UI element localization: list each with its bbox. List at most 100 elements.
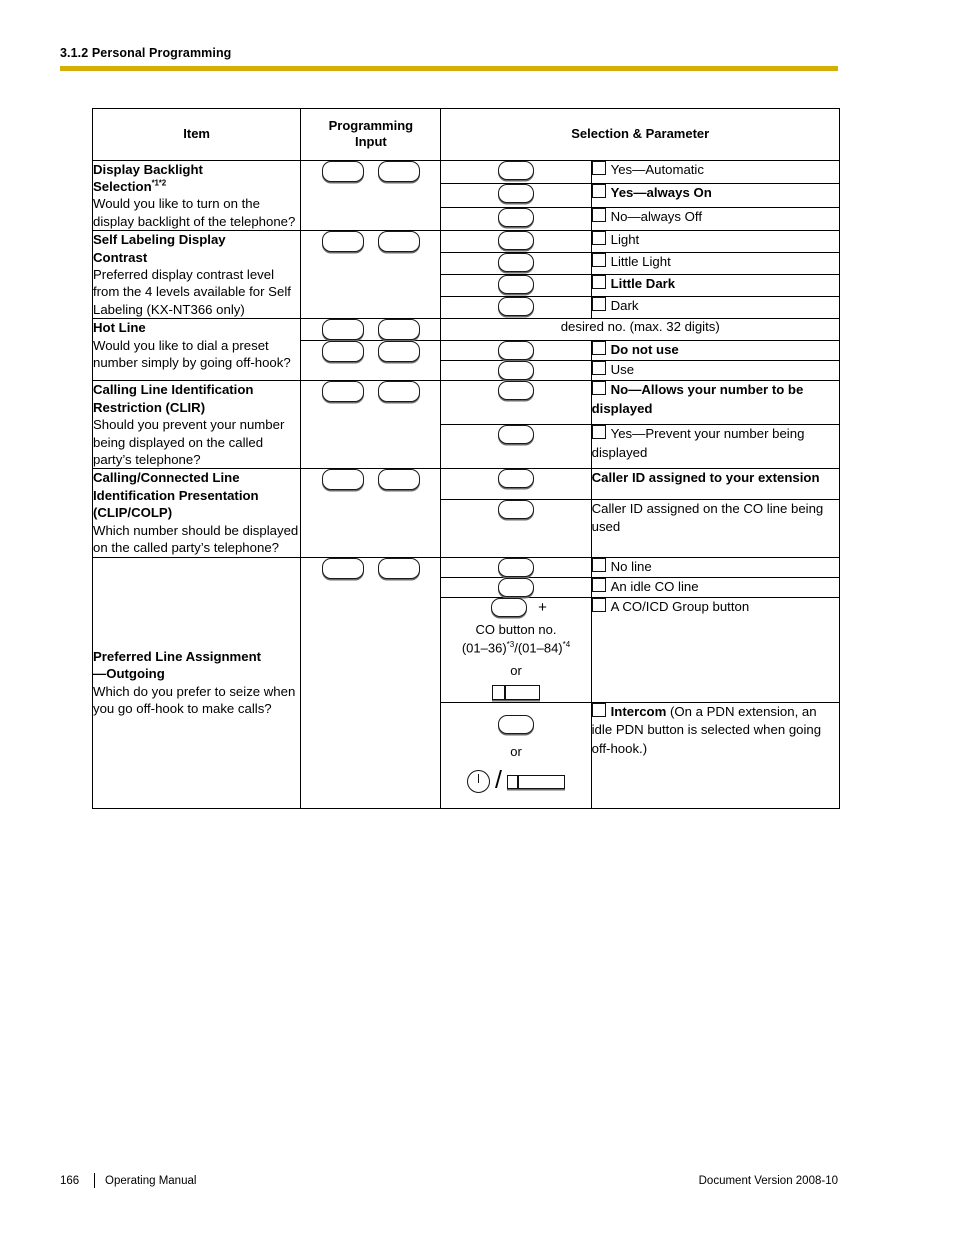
program-key-icon[interactable] xyxy=(377,231,420,253)
checkbox-icon[interactable] xyxy=(591,275,606,290)
selection-key-icon[interactable] xyxy=(498,500,535,520)
co-button-label: CO button no. xyxy=(475,621,557,637)
selection-key-cell xyxy=(440,556,592,578)
plus-sign: + xyxy=(538,598,547,616)
checkbox-icon[interactable] xyxy=(591,253,606,268)
or-label: or xyxy=(510,744,522,760)
checkbox-icon[interactable] xyxy=(591,231,606,246)
checkbox-icon[interactable] xyxy=(591,160,606,175)
checkbox-icon[interactable] xyxy=(591,381,606,396)
option-label: Dark xyxy=(610,298,639,314)
item-title-line3: (CLIP/COLP) xyxy=(93,505,173,521)
selection-key-cell xyxy=(440,274,592,298)
option-label-bold: Intercom xyxy=(610,704,667,720)
checkbox-icon[interactable] xyxy=(591,297,606,312)
or-label: or xyxy=(510,662,522,678)
option-label: Little Dark xyxy=(610,276,676,292)
program-key-icon[interactable] xyxy=(377,319,420,341)
item-description: Preferred display contrast level from th… xyxy=(93,267,291,317)
checkbox-icon[interactable] xyxy=(591,597,606,612)
selection-key-icon[interactable] xyxy=(498,577,535,597)
slash-separator: / xyxy=(495,766,502,795)
program-key-icon[interactable] xyxy=(321,469,364,491)
program-key-icon[interactable] xyxy=(321,231,364,253)
co-button-range: (01–36)*3/(01–84)*4 xyxy=(461,640,571,656)
selection-key-cell xyxy=(440,183,592,208)
selection-key-icon[interactable] xyxy=(498,361,535,381)
option-label: An idle CO line xyxy=(610,578,699,594)
parameter-option: Little Dark xyxy=(590,274,841,298)
selection-key-icon[interactable] xyxy=(498,160,535,180)
checkbox-icon[interactable] xyxy=(591,207,606,222)
item-title-line2: Identification Presentation xyxy=(93,487,259,503)
item-title-line1: Calling Line Identification xyxy=(93,382,254,398)
parameter-option: Use xyxy=(590,360,841,382)
selection-key-icon[interactable] xyxy=(498,275,535,295)
program-key-icon[interactable] xyxy=(321,341,364,363)
parameter-option: A CO/ICD Group button xyxy=(590,596,841,704)
selection-key-icon[interactable] xyxy=(498,231,535,251)
item-title-line1: Calling/Connected Line xyxy=(93,470,240,486)
selection-key-icon[interactable] xyxy=(491,597,528,617)
selection-key-icon[interactable] xyxy=(498,469,535,489)
item-title-line2: Restriction (CLIR) xyxy=(93,399,206,415)
pf-key-icon[interactable] xyxy=(467,770,491,794)
item-title-line1: Preferred Line Assignment xyxy=(93,649,262,665)
checkbox-icon[interactable] xyxy=(591,341,606,356)
item-title: Hot Line xyxy=(93,320,146,336)
intercom-button-icon[interactable] xyxy=(507,774,565,789)
breadcrumb: 3.1.2 Personal Programming xyxy=(60,46,232,60)
selection-key-icon[interactable] xyxy=(498,381,535,401)
selection-key-cell xyxy=(440,468,592,501)
option-label: Do not use xyxy=(610,342,679,358)
selection-key-cell xyxy=(440,230,592,254)
program-key-icon[interactable] xyxy=(321,319,364,341)
manual-name: Operating Manual xyxy=(105,1174,197,1187)
selection-key-icon[interactable] xyxy=(498,297,535,317)
checkbox-icon[interactable] xyxy=(591,425,606,440)
item-display-backlight-selection: Display Backlight Selection*1*2 Would yo… xyxy=(91,159,302,232)
selection-key-icon[interactable] xyxy=(498,341,535,361)
program-key-icon[interactable] xyxy=(321,381,364,403)
option-label: Use xyxy=(610,362,635,378)
checkbox-icon[interactable] xyxy=(591,577,606,592)
selection-key-icon[interactable] xyxy=(498,207,535,227)
option-label: Little Light xyxy=(610,254,671,270)
item-description: Would you like to turn on the display ba… xyxy=(93,196,296,229)
program-key-icon[interactable] xyxy=(377,469,420,491)
programming-input-hot-line-mode xyxy=(300,340,442,382)
item-title-line2: Selection*1*2 xyxy=(93,178,167,194)
parameter-option: Dark xyxy=(590,296,841,320)
table-row: Display Backlight Selection*1*2 Would yo… xyxy=(91,159,841,232)
selection-key-icon[interactable] xyxy=(498,253,535,273)
program-key-icon[interactable] xyxy=(377,341,420,363)
program-key-icon[interactable] xyxy=(377,381,420,403)
selection-key-icon[interactable] xyxy=(498,184,535,204)
program-key-icon[interactable] xyxy=(377,557,420,579)
program-key-icon[interactable] xyxy=(377,160,420,182)
selection-key-cell xyxy=(440,206,592,232)
checkbox-icon[interactable] xyxy=(591,557,606,572)
checkbox-icon[interactable] xyxy=(591,703,606,718)
item-title-line2: —Outgoing xyxy=(93,666,165,682)
table-header-row: Item Programming Input Selection & Param… xyxy=(91,108,840,161)
co-line-button-icon[interactable] xyxy=(492,685,541,701)
parameter-option: Yes—Automatic xyxy=(590,159,841,185)
checkbox-icon[interactable] xyxy=(591,361,606,376)
selection-key-icon[interactable] xyxy=(498,557,535,577)
program-key-icon[interactable] xyxy=(321,160,364,182)
parameter-option: Little Light xyxy=(590,252,841,276)
item-description: Which number should be displayed on the … xyxy=(93,522,299,556)
programming-input-line1: Programming xyxy=(328,118,414,133)
programming-input-clir xyxy=(300,380,442,470)
selection-key-icon[interactable] xyxy=(498,715,535,735)
programming-input-preferred-line-outgoing xyxy=(300,556,442,810)
item-hot-line: Hot Line Would you like to dial a preset… xyxy=(91,318,302,382)
footnote-marker: *1*2 xyxy=(151,178,167,188)
item-title-line2: Contrast xyxy=(93,249,148,265)
programming-input-line2: Input xyxy=(354,134,387,150)
checkbox-icon[interactable] xyxy=(591,184,606,199)
parameter-option: No line xyxy=(590,556,841,578)
selection-key-icon[interactable] xyxy=(498,425,535,445)
program-key-icon[interactable] xyxy=(321,557,364,579)
